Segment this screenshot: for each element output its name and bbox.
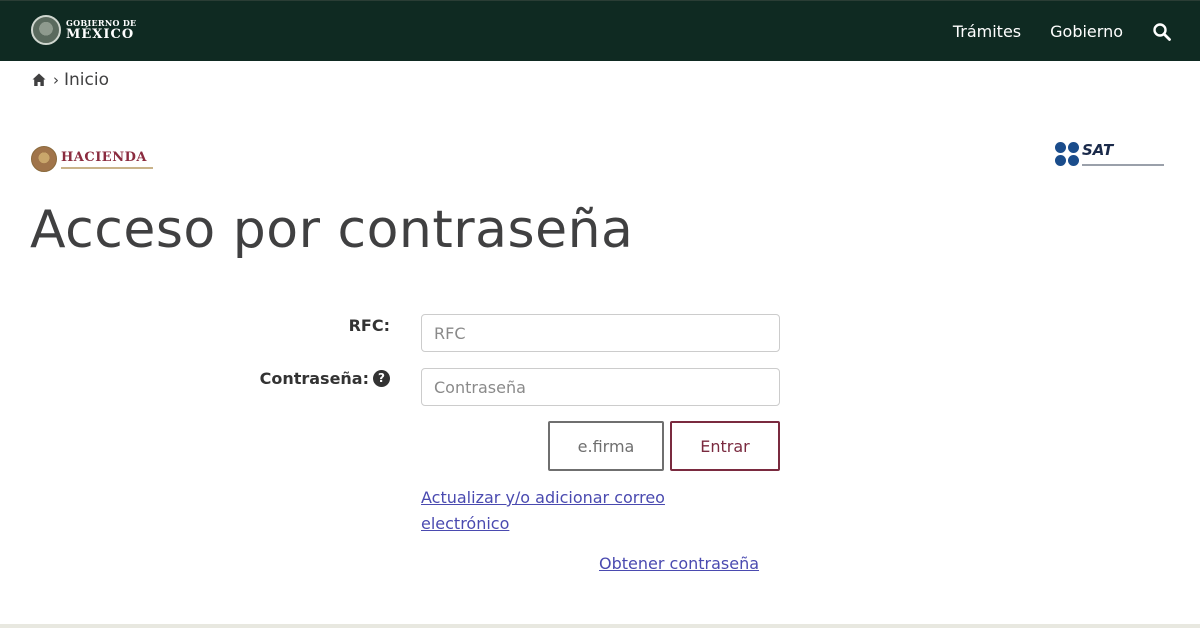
hacienda-seal-icon — [31, 146, 57, 172]
update-email-link[interactable]: Actualizar y/o adicionar correo electrón… — [421, 485, 721, 537]
logo-line1: GOBIERNO DE — [66, 18, 137, 28]
page-title: Acceso por contraseña — [30, 200, 634, 260]
breadcrumb-current[interactable]: Inicio — [64, 70, 109, 90]
rfc-label: RFC: — [348, 316, 390, 335]
home-icon[interactable] — [31, 72, 47, 88]
nav-tramites[interactable]: Trámites — [953, 22, 1021, 41]
logo-line2: MÉXICO — [66, 27, 135, 42]
main-nav: Trámites Gobierno — [924, 1, 1172, 62]
breadcrumb-separator: › — [53, 71, 59, 89]
sat-name: SAT — [1082, 140, 1114, 159]
password-input[interactable] — [421, 368, 780, 406]
breadcrumb: › Inicio — [31, 70, 109, 90]
hacienda-name: HACIENDA — [61, 149, 147, 165]
password-label: Contraseña: — [259, 369, 369, 388]
sat-dots-icon — [1055, 142, 1079, 166]
sat-logo: SAT — [1055, 142, 1164, 166]
national-seal-icon — [31, 15, 61, 45]
efirma-button[interactable]: e.firma — [548, 421, 664, 471]
bottom-divider — [0, 624, 1200, 628]
top-navbar: GOBIERNO DE MÉXICO Trámites Gobierno — [0, 0, 1200, 61]
password-label-row: Contraseña: ? — [240, 369, 390, 388]
rfc-input[interactable] — [421, 314, 780, 352]
entrar-button[interactable]: Entrar — [670, 421, 780, 471]
question-circle-icon[interactable]: ? — [373, 370, 390, 387]
hacienda-logo: HACIENDA — [31, 146, 153, 172]
nav-gobierno[interactable]: Gobierno — [1050, 22, 1123, 41]
search-icon[interactable] — [1152, 22, 1172, 42]
obtain-password-link[interactable]: Obtener contraseña — [599, 551, 759, 577]
gobierno-mexico-logo[interactable]: GOBIERNO DE MÉXICO — [31, 15, 136, 45]
